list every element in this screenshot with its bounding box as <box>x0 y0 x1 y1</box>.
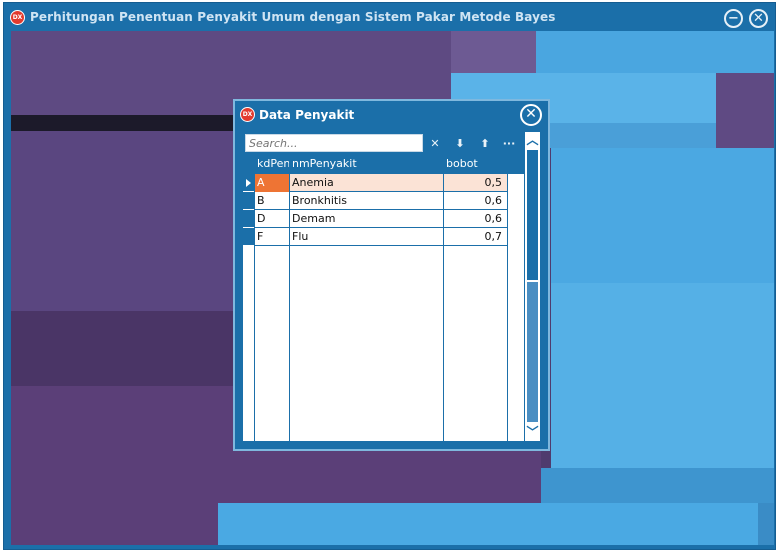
cell-nmpenyakit[interactable]: Flu <box>289 228 443 246</box>
column-header-bobot[interactable]: bobot <box>443 154 507 174</box>
dialog-title: Data Penyakit <box>259 108 355 122</box>
row-indicator[interactable] <box>243 174 254 192</box>
cell-kdpenyakit[interactable]: B <box>254 192 289 210</box>
table-row[interactable]: A Anemia 0,5 <box>254 174 507 192</box>
cell-bobot[interactable]: 0,6 <box>443 192 507 210</box>
minimize-icon: − <box>728 11 739 26</box>
data-penyakit-dialog: DX Data Penyakit ✕ ✕ ⬇ ⬆ ··· kdPenyakit … <box>233 99 550 451</box>
search-next-button[interactable]: ⬇ <box>451 136 469 152</box>
close-icon: ✕ <box>753 11 764 26</box>
close-window-button[interactable]: ✕ <box>749 9 768 28</box>
chevron-up-icon: ︿ <box>526 133 539 147</box>
bg-block <box>551 148 774 283</box>
window-title: Perhitungan Penentuan Penyakit Umum deng… <box>30 10 556 24</box>
cell-bobot[interactable]: 0,6 <box>443 210 507 228</box>
table-row[interactable]: F Flu 0,7 <box>254 228 507 246</box>
scroll-track[interactable] <box>527 282 538 422</box>
app-logo-icon: DX <box>10 10 25 25</box>
table-row[interactable]: B Bronkhitis 0,6 <box>254 192 507 210</box>
cell-kdpenyakit[interactable]: D <box>254 210 289 228</box>
chevron-down-icon: ﹀ <box>526 425 539 439</box>
column-divider <box>443 174 444 441</box>
vertical-scrollbar[interactable]: ︿ ﹀ <box>524 132 540 441</box>
cell-nmpenyakit[interactable]: Demam <box>289 210 443 228</box>
cell-bobot[interactable]: 0,5 <box>443 174 507 192</box>
scroll-down-button[interactable]: ﹀ <box>525 424 540 440</box>
grid-header: kdPenyakit nmPenyakit bobot <box>243 154 524 174</box>
bg-block <box>551 283 774 468</box>
dialog-logo-icon: DX <box>240 107 255 122</box>
row-indicator[interactable] <box>243 228 254 246</box>
scroll-up-button[interactable]: ︿ <box>525 132 540 148</box>
column-divider <box>507 174 508 441</box>
search-prev-button[interactable]: ⬆ <box>476 136 494 152</box>
cell-kdpenyakit[interactable]: A <box>254 174 289 192</box>
cell-bobot[interactable]: 0,7 <box>443 228 507 246</box>
bg-block <box>218 503 758 545</box>
bg-block <box>451 31 536 73</box>
penyakit-grid: ✕ ⬇ ⬆ ··· kdPenyakit nmPenyakit bobot A … <box>243 132 540 441</box>
search-more-button[interactable]: ··· <box>500 136 518 152</box>
bg-block <box>536 31 774 73</box>
column-divider <box>254 174 255 441</box>
scroll-thumb[interactable] <box>527 150 538 280</box>
close-icon: ✕ <box>525 106 537 122</box>
title-bar[interactable]: DX Perhitungan Penentuan Penyakit Umum d… <box>4 3 775 31</box>
row-indicator[interactable] <box>243 210 254 228</box>
column-divider <box>289 174 290 441</box>
bg-block <box>541 468 774 503</box>
cell-kdpenyakit[interactable]: F <box>254 228 289 246</box>
dialog-close-button[interactable]: ✕ <box>520 104 542 126</box>
search-clear-button[interactable]: ✕ <box>426 136 444 152</box>
cell-nmpenyakit[interactable]: Bronkhitis <box>289 192 443 210</box>
table-row[interactable]: D Demam 0,6 <box>254 210 507 228</box>
column-header-kdpenyakit[interactable]: kdPenyakit <box>254 154 289 174</box>
column-header-nmpenyakit[interactable]: nmPenyakit <box>289 154 443 174</box>
row-indicator-column <box>243 174 254 441</box>
search-panel: ✕ ⬇ ⬆ ··· <box>243 132 524 154</box>
current-row-arrow-icon <box>246 179 251 187</box>
bg-block <box>758 503 774 545</box>
row-indicator[interactable] <box>243 192 254 210</box>
cell-nmpenyakit[interactable]: Anemia <box>289 174 443 192</box>
search-input[interactable] <box>245 134 423 152</box>
minimize-button[interactable]: − <box>724 9 743 28</box>
